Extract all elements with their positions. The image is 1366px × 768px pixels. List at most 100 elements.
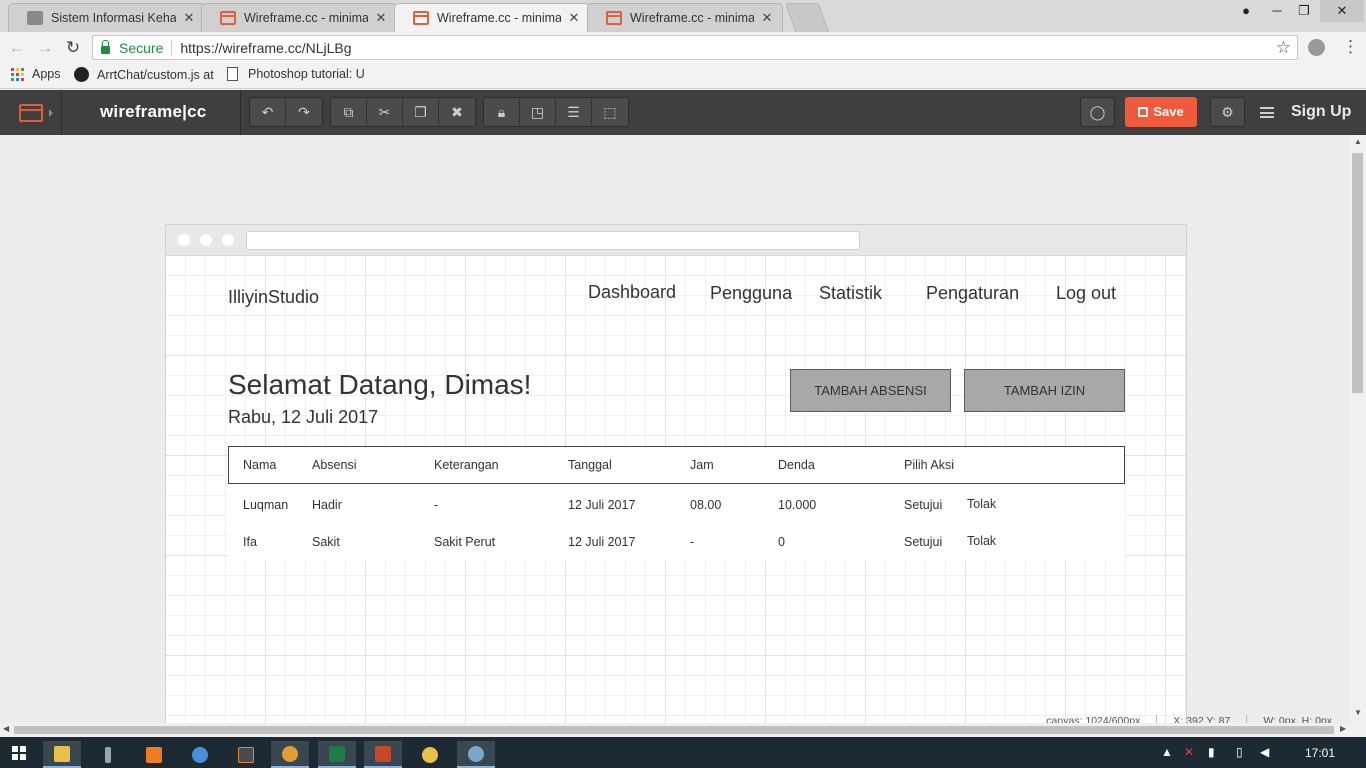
close-icon[interactable]: ✕ (567, 10, 581, 26)
mock-nav-statistik[interactable]: Statistik (819, 283, 882, 304)
window-close-icon[interactable]: ✕ (1320, 0, 1364, 22)
apps-grid-icon (11, 67, 24, 81)
chrome-active-icon[interactable] (271, 741, 309, 768)
bookmark-photoshop[interactable]: Photoshop tutorial: U (227, 67, 365, 81)
extension-icon[interactable] (1308, 39, 1325, 56)
mock-nav-dashboard[interactable]: Dashboard (588, 282, 676, 303)
mock-table-header[interactable]: Nama Absensi Keterangan Tanggal Jam Dend… (228, 446, 1125, 484)
tolak-button[interactable]: Tolak (967, 534, 996, 548)
wireframe-icon (413, 11, 429, 25)
lock-icon (101, 39, 110, 54)
edit-group: ⧉ ✂ ❐ ✖ (330, 97, 476, 127)
signal-icon[interactable]: ▮ (1208, 745, 1215, 759)
browser-frame-icon (19, 104, 43, 122)
xampp-icon[interactable] (135, 741, 173, 768)
bookmark-star-icon[interactable]: ☆ (1276, 36, 1291, 59)
forward-icon[interactable]: → (34, 37, 56, 59)
mock-nav-pengaturan[interactable]: Pengaturan (926, 283, 1019, 304)
settings-gears-icon[interactable]: ⚙ (1210, 97, 1245, 127)
tolak-button[interactable]: Tolak (967, 497, 996, 511)
table-cell: - (434, 498, 439, 512)
setujui-button[interactable]: Setujui (904, 498, 942, 512)
mock-browser-bar (166, 225, 1186, 256)
delete-icon[interactable]: ✖ (439, 98, 475, 126)
close-icon[interactable]: ✕ (760, 10, 774, 26)
scroll-thumb[interactable] (1352, 153, 1363, 393)
close-icon[interactable]: ✕ (182, 10, 196, 26)
windows-start-icon[interactable] (12, 746, 26, 760)
browser-tab-3-active[interactable]: Wireframe.cc - minimal w ✕ (394, 3, 590, 32)
tab-title: Wireframe.cc - minimal w (437, 11, 561, 25)
browser-tab-4[interactable]: Wireframe.cc - minimal w ✕ (587, 3, 783, 32)
bookmark-apps[interactable]: Apps (11, 67, 61, 81)
col-tanggal: Tanggal (568, 458, 612, 472)
bookmark-label: Photoshop tutorial: U (248, 67, 365, 81)
chrome-icon[interactable] (181, 741, 219, 768)
scroll-down-icon[interactable]: ▼ (1354, 708, 1362, 717)
sign-up-link[interactable]: Sign Up (1291, 103, 1351, 121)
hamburger-menu-icon[interactable] (1260, 107, 1274, 118)
tambah-izin-button[interactable]: TAMBAH IZIN (964, 369, 1125, 412)
scroll-up-icon[interactable]: ▲ (1354, 137, 1362, 146)
mock-window-dot (222, 234, 234, 246)
minimize-icon[interactable]: ─ (1264, 0, 1290, 22)
bookmark-label: Apps (32, 67, 61, 81)
mock-date[interactable]: Rabu, 12 Juli 2017 (228, 407, 378, 428)
excel-icon[interactable] (318, 741, 356, 768)
url-input[interactable]: Secure https://wireframe.cc/NLjLBg ☆ (92, 35, 1298, 60)
setujui-button[interactable]: Setujui (904, 535, 942, 549)
volume-icon[interactable]: ◀ (1260, 745, 1269, 759)
mock-address-bar[interactable] (246, 231, 860, 250)
user-profile-icon[interactable]: ● (1233, 0, 1259, 22)
paint-icon[interactable] (457, 741, 495, 768)
app-folder-icon[interactable] (411, 741, 449, 768)
browser-tab-2[interactable]: Wireframe.cc - minimal w ✕ (201, 3, 397, 32)
mock-nav-logout[interactable]: Log out (1056, 283, 1116, 304)
scroll-right-icon[interactable]: ▶ (1340, 724, 1346, 733)
app-menu-button[interactable] (0, 90, 62, 135)
save-button[interactable]: Save (1125, 97, 1197, 127)
app-pen-icon[interactable] (89, 741, 127, 768)
lock-element-icon[interactable]: 🔒︎ (484, 98, 520, 126)
back-icon[interactable]: ← (6, 37, 28, 59)
paste-icon[interactable]: ❐ (403, 98, 439, 126)
scroll-thumb[interactable] (14, 726, 1334, 734)
mock-window-dot (178, 234, 190, 246)
mock-welcome-heading[interactable]: Selamat Datang, Dimas! (228, 369, 531, 401)
tray-up-icon[interactable]: ▲ (1161, 745, 1173, 759)
cut-icon[interactable]: ✂ (367, 98, 403, 126)
sublime-icon[interactable] (227, 741, 265, 768)
table-cell: 10.000 (778, 498, 817, 512)
tab-title: Wireframe.cc - minimal w (630, 11, 754, 25)
document-icon (27, 11, 43, 25)
file-explorer-icon[interactable] (43, 741, 81, 768)
battery-icon[interactable]: ▯ (1236, 745, 1243, 759)
duplicate-icon[interactable]: ⧉ (331, 98, 367, 126)
table-cell: Sakit Perut (434, 535, 496, 549)
align-icon[interactable]: ☰ (556, 98, 592, 126)
comment-icon[interactable]: ◯ (1080, 97, 1115, 127)
new-tab-button[interactable] (784, 3, 830, 32)
redo-icon[interactable]: ↷ (286, 98, 322, 126)
undo-icon[interactable]: ↶ (250, 98, 286, 126)
powerpoint-icon[interactable] (364, 741, 402, 768)
bookmark-arrtchat[interactable]: ArrtChat/custom.js at (74, 67, 214, 82)
reload-icon[interactable]: ↻ (62, 37, 84, 59)
horizontal-scrollbar[interactable]: ◀ ▶ (0, 723, 1366, 737)
restore-icon[interactable]: ❐ (1291, 0, 1317, 22)
mock-brand[interactable]: IlliyinStudio (228, 287, 319, 308)
mock-table-body[interactable]: Luqman Hadir - 12 Juli 2017 08.00 10.000… (228, 484, 1125, 560)
mock-nav-pengguna[interactable]: Pengguna (710, 283, 792, 304)
browser-menu-icon[interactable]: ⋮ (1342, 37, 1359, 57)
network-off-icon[interactable]: ✕ (1184, 745, 1194, 759)
bring-front-icon[interactable]: ◳ (520, 98, 556, 126)
bookmark-label: ArrtChat/custom.js at (97, 67, 214, 82)
browser-tab-1[interactable]: Sistem Informasi Kehadir ✕ (8, 3, 205, 32)
group-icon[interactable]: ⬚ (592, 98, 628, 126)
tambah-absensi-button[interactable]: TAMBAH ABSENSI (790, 369, 951, 412)
tab-title: Sistem Informasi Kehadir (51, 11, 176, 25)
close-icon[interactable]: ✕ (374, 10, 388, 26)
scroll-left-icon[interactable]: ◀ (3, 724, 9, 733)
arrange-group: 🔒︎ ◳ ☰ ⬚ (483, 97, 629, 127)
vertical-scrollbar[interactable]: ▲ ▼ (1350, 135, 1366, 723)
